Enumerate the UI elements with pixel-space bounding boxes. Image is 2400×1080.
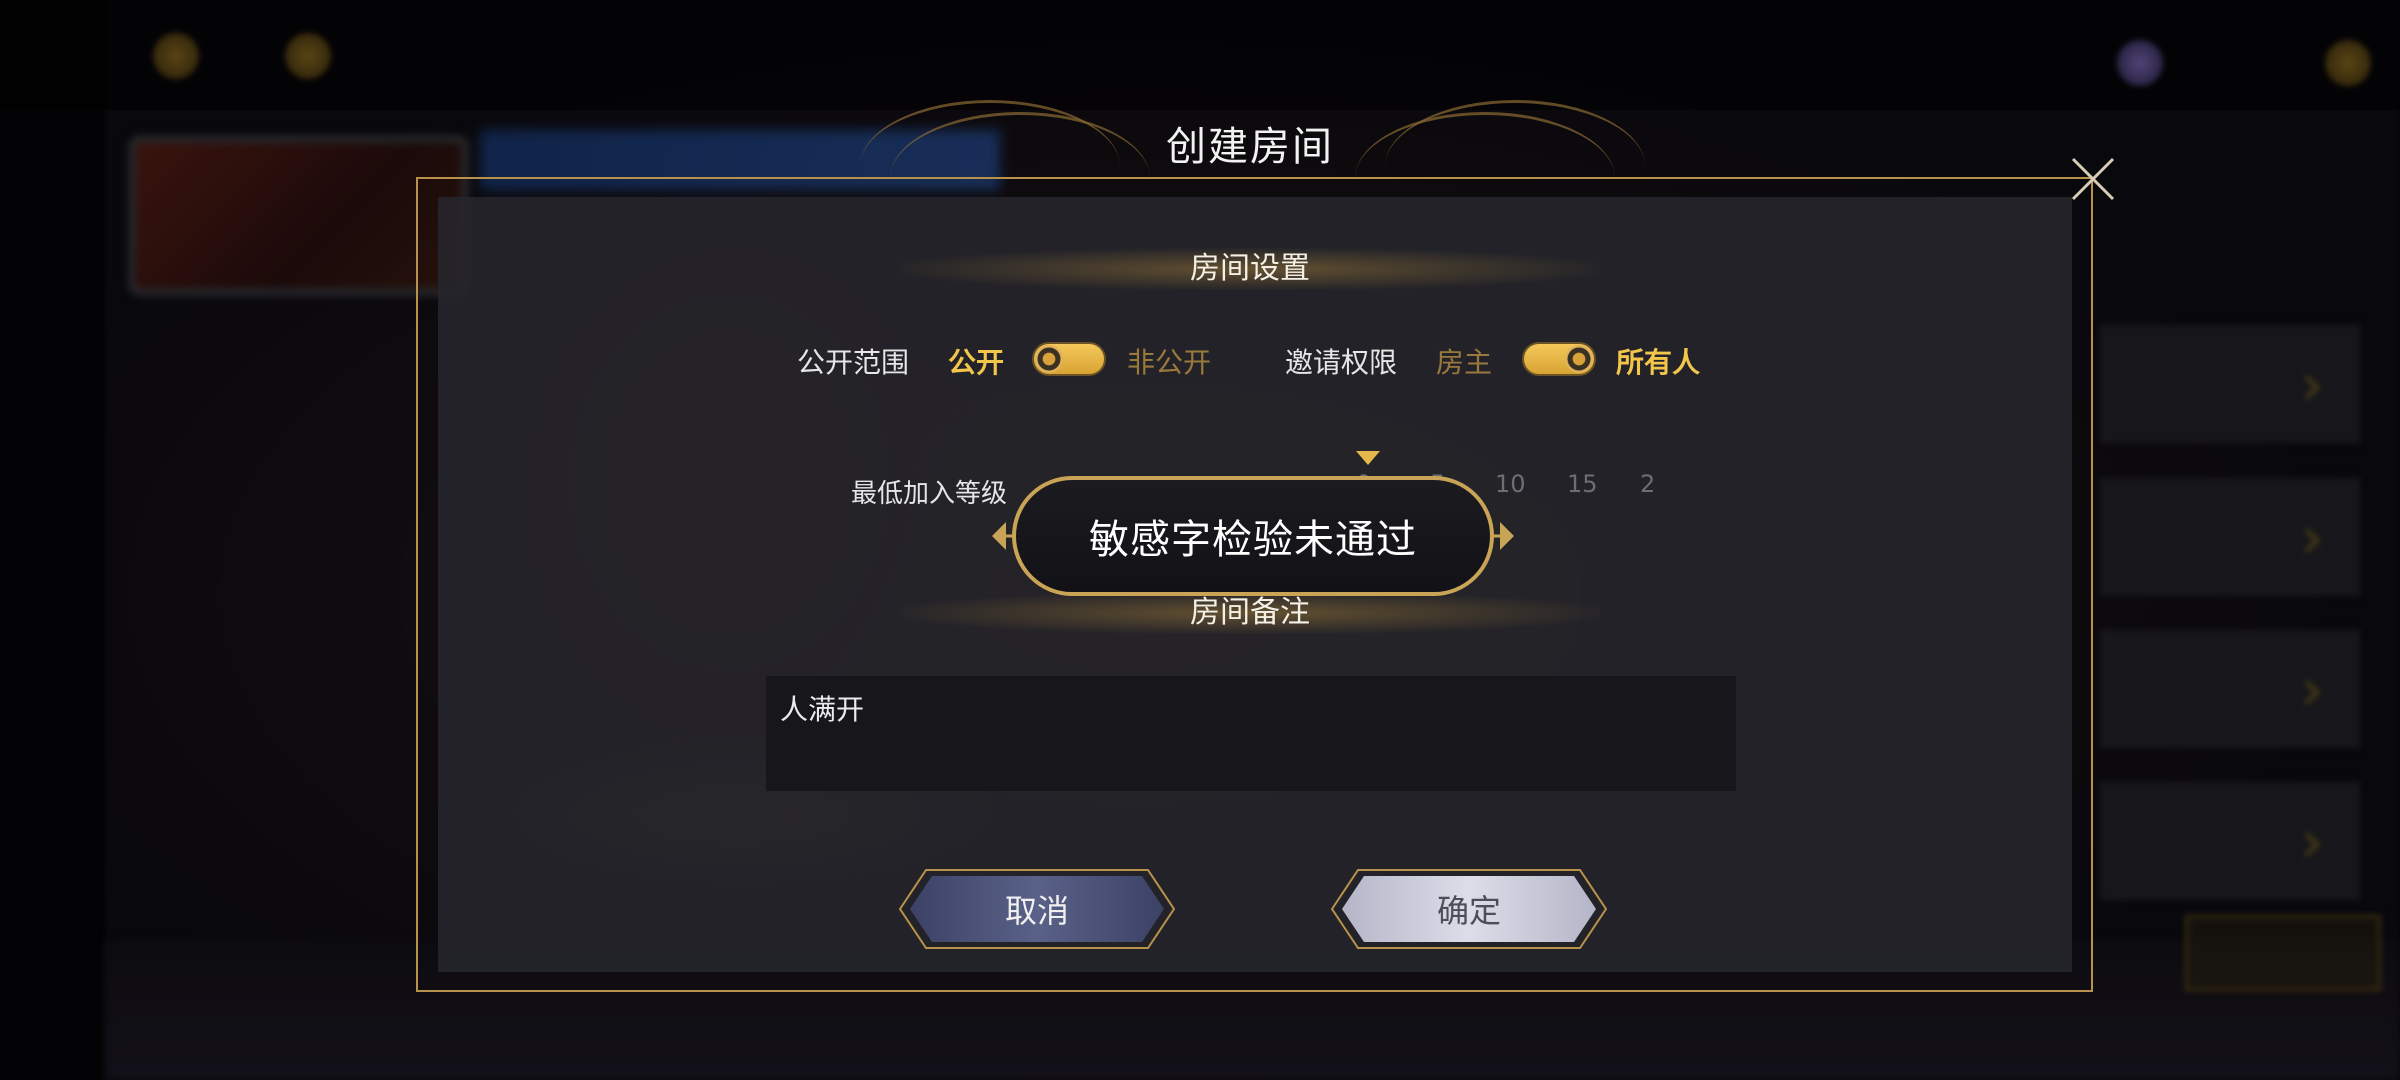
slider-pointer-icon[interactable] <box>1356 451 1380 465</box>
invite-option-everyone[interactable]: 所有人 <box>1616 341 1700 381</box>
min-level-label: 最低加入等级 <box>851 479 1008 509</box>
visibility-label: 公开范围 <box>797 346 910 379</box>
toggle-knob <box>1035 345 1063 373</box>
visibility-option-public[interactable]: 公开 <box>948 341 1004 381</box>
room-settings-header: 房间设置 <box>900 248 1600 290</box>
toast-message: 敏感字检验未通过 <box>1089 517 1417 563</box>
close-icon <box>2071 157 2115 201</box>
cancel-button[interactable]: 取消 <box>896 868 1178 950</box>
toggle-knob <box>1565 345 1593 373</box>
invite-permission-label: 邀请权限 <box>1285 346 1398 379</box>
visibility-toggle[interactable] <box>1032 342 1106 376</box>
confirm-button-label: 确定 <box>1436 892 1501 930</box>
confirm-button[interactable]: 确定 <box>1328 868 1610 950</box>
invite-permission-toggle[interactable] <box>1522 342 1596 376</box>
close-button[interactable] <box>2062 148 2124 210</box>
invite-option-owner[interactable]: 房主 <box>1436 341 1492 381</box>
error-toast: 敏感字检验未通过 <box>988 472 1518 600</box>
cancel-button-label: 取消 <box>1004 892 1069 930</box>
slider-tick: 15 <box>1567 470 1598 498</box>
dialog-title: 创建房间 <box>1166 124 1334 170</box>
visibility-option-private[interactable]: 非公开 <box>1127 341 1211 381</box>
room-note-input[interactable]: 人满开 <box>766 676 1736 791</box>
slider-tick: 2 <box>1640 470 1656 498</box>
